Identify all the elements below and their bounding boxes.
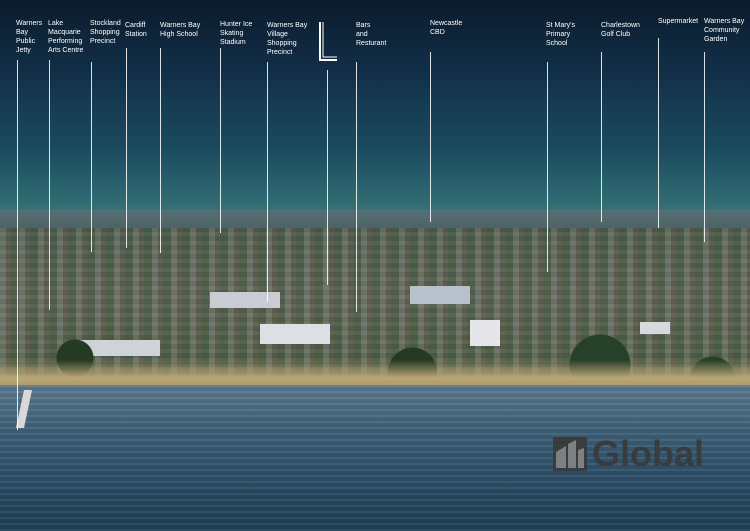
label-warners-bay-public-jetty: Warners Bay Public Jetty [16,20,43,54]
leader-line [91,62,92,252]
label-warners-bay-village-shopping-precinct: Warners Bay Village Shopping Precinct [267,22,308,56]
leader-line [126,48,127,248]
label-stockland-shopping-precinct: Stockland Shopping Precinct [90,20,121,45]
label-supermarket: Supermarket [658,18,699,25]
label-bars-and-resturant: Bars and Resturant [356,22,387,47]
building [410,286,470,304]
logo-text: Global [592,433,705,474]
global-logo: Global [552,436,742,472]
aerial-photo: Warners Bay Public Jetty Lake Macquarie … [0,0,750,531]
leader-line [267,62,268,302]
label-hunter-ice-skating-stadium: Hunter Ice Skating Stadium [220,21,253,46]
leader-line [430,52,431,222]
label-st-marys-primary-school: St Mary's Primary School [546,22,575,47]
leader-line [220,48,221,233]
label-charlestown-golf-club: Charlestown Golf Club [601,22,640,38]
leader-line [658,38,659,228]
leader-line [160,48,161,253]
label-warners-bay-high-school: Warners Bay High School [160,22,201,38]
leader-line [356,62,357,312]
logo-mark-icon [553,437,587,471]
leader-line [601,52,602,222]
leader-line [17,60,18,430]
leader-line [547,62,548,272]
label-cardiff-station: Cardiff Station [125,22,147,38]
leader-line [704,52,705,242]
north-marker-icon [319,22,337,61]
leader-line [49,60,50,310]
label-warners-bay-community-garden: Warners Bay Community Garden [704,18,745,43]
leader-line [327,70,328,285]
building [210,292,280,308]
label-newcastle-cbd: Newcastle CBD [430,20,463,36]
label-lake-macquarie-performing-arts-centre: Lake Macquarie Performing Arts Centre [48,20,84,54]
